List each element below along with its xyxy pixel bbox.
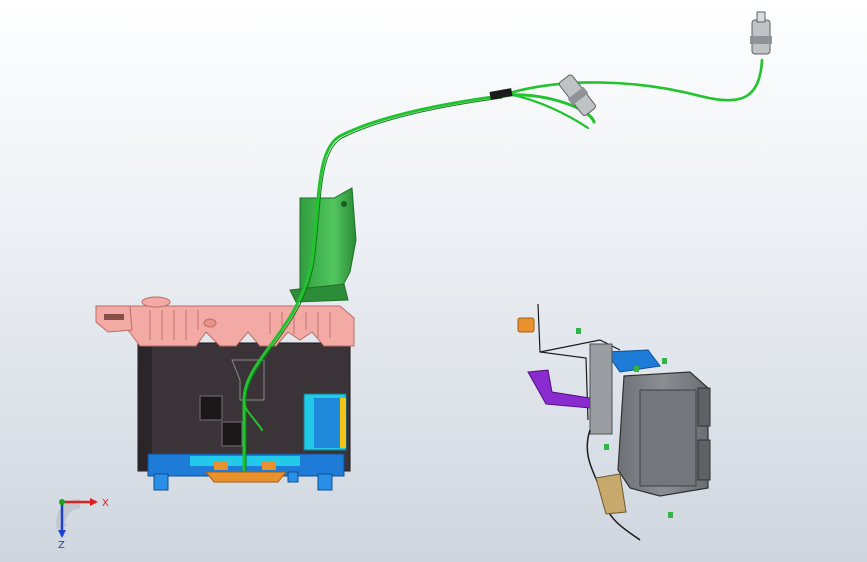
ecu-assembly[interactable] xyxy=(517,303,711,541)
orange-clip-2 xyxy=(262,462,276,470)
green-screw-2 xyxy=(634,366,639,372)
green-screw-3 xyxy=(662,358,667,364)
label-panel-strip xyxy=(340,398,346,448)
label-panel-inner xyxy=(314,398,342,448)
ecu-face xyxy=(639,389,697,487)
assembly-model[interactable] xyxy=(0,0,867,562)
pink-knob xyxy=(141,296,171,308)
purple-bracket xyxy=(527,369,591,409)
gray-plate xyxy=(589,343,613,435)
orange-fitting xyxy=(517,317,535,333)
probe-1-tip xyxy=(756,11,766,23)
controller-body-shade xyxy=(138,343,152,471)
pink-tab-slot xyxy=(104,314,124,320)
sensor-probe-1[interactable] xyxy=(750,11,772,55)
green-bracket[interactable] xyxy=(289,187,357,303)
controller-box-assembly[interactable] xyxy=(95,296,355,491)
sensor-probe-2[interactable] xyxy=(557,73,599,118)
ecu-connector-top xyxy=(697,387,711,427)
foot-2 xyxy=(317,473,333,491)
blue-bracket xyxy=(605,349,661,373)
green-screw-1 xyxy=(576,328,581,334)
green-bracket-hole xyxy=(341,201,347,207)
green-screw-4 xyxy=(668,512,673,518)
foot-3 xyxy=(287,471,299,483)
orientation-triad-icon: X Z xyxy=(55,498,109,548)
orange-clip-1 xyxy=(214,462,228,470)
green-screw-5 xyxy=(604,444,609,450)
connector-1[interactable] xyxy=(199,395,223,421)
axis-x-label: X xyxy=(102,498,109,509)
ecu-tan-part xyxy=(595,473,627,515)
cad-3d-viewport[interactable]: X Z xyxy=(0,0,867,562)
probe-1-hex xyxy=(750,36,772,44)
connector-2[interactable] xyxy=(221,421,243,447)
axis-z-label: Z xyxy=(58,540,65,548)
cable-branch-right xyxy=(498,58,764,102)
pink-knob-2 xyxy=(203,318,217,328)
ecu-connector-bottom xyxy=(697,439,711,481)
foot-1 xyxy=(153,473,169,491)
orange-bottom xyxy=(204,471,288,483)
green-bracket-body xyxy=(299,187,357,299)
